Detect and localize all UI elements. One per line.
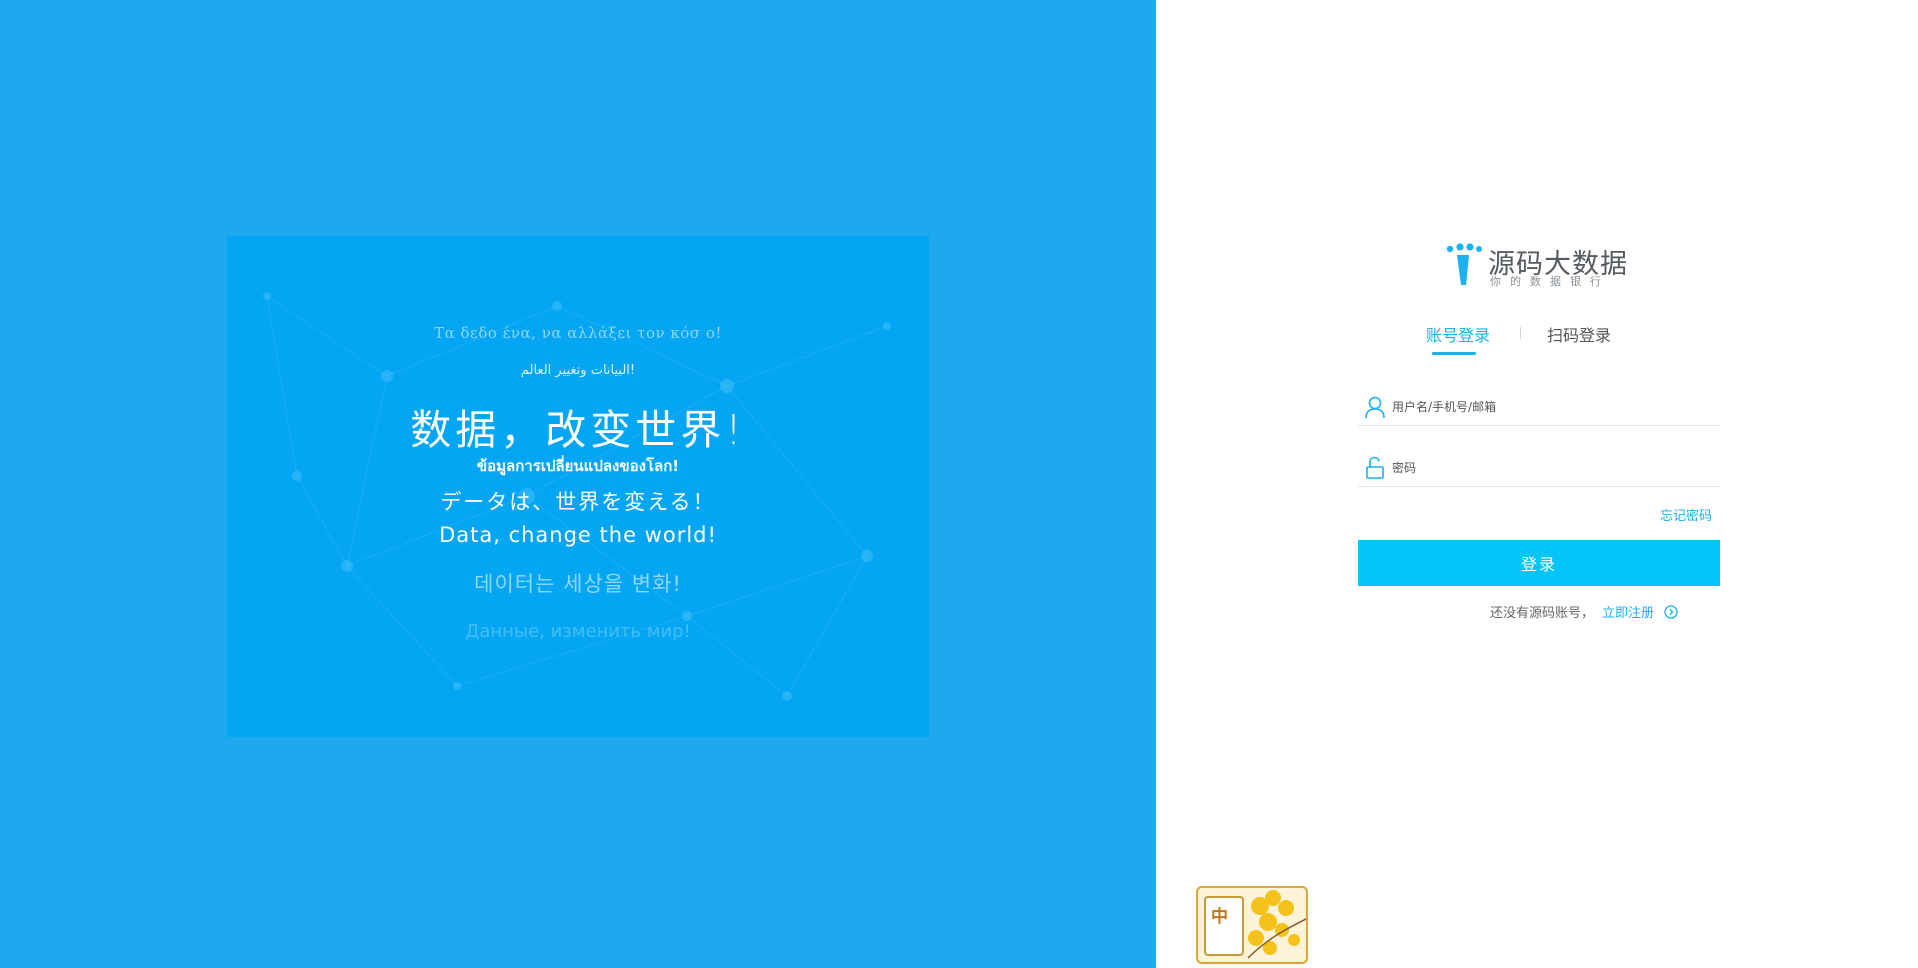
register-prompt: 还没有源码账号， 立即注册 [1490, 602, 1678, 621]
ime-language-char: 中 [1211, 907, 1228, 927]
slogan-greek: Τα δεδο ένα, να αλλάξει τον κόσ ο! [434, 324, 722, 342]
slogan-english: Data, change the world! [439, 523, 717, 547]
user-icon [1365, 396, 1385, 419]
logo-mark-icon [1446, 243, 1482, 285]
slogan-thai: ข้อมูลการเปลี่ยนแปลงของโลก! [476, 457, 680, 475]
slogan-korean: 데이터는 세상을 변화! [474, 572, 682, 596]
logo-subtitle: 你的数据银行 [1490, 275, 1610, 288]
lock-icon [1366, 456, 1384, 479]
tab-account-login-label: 账号登录 [1426, 326, 1491, 345]
brand-logo: 源码大数据 你的数据银行 [1446, 243, 1627, 288]
slogan-russian: Данные, изменить мир! [465, 621, 691, 642]
password-field [1358, 451, 1720, 487]
ime-floating-widget[interactable]: 中 [1196, 886, 1308, 964]
tab-qrcode-login-label: 扫码登录 [1547, 326, 1612, 345]
tab-account-login[interactable]: 账号登录 [1426, 322, 1491, 355]
tab-qrcode-login[interactable]: 扫码登录 [1547, 322, 1611, 346]
active-tab-indicator [1432, 352, 1476, 355]
username-field [1358, 390, 1720, 426]
slogan-japanese: データは、世界を変える！ [440, 490, 716, 514]
ime-card: 中 [1204, 896, 1244, 956]
login-tabs: 账号登录 扫码登录 [1420, 322, 1650, 362]
register-link[interactable]: 立即注册 [1602, 606, 1654, 621]
slogan-chinese: 数据，改变世界! [410, 406, 746, 454]
left-hero-panel: Τα δεδο ένα, να αλλάξει τον κόσ ο! البيا… [0, 0, 1156, 968]
chevron-right-circle-icon[interactable] [1664, 605, 1678, 619]
forgot-password-link[interactable]: 忘记密码 [1660, 505, 1712, 524]
hero-slogan-box: Τα δεδο ένα, να αλλάξει τον κόσ ο! البيا… [227, 236, 929, 737]
tab-divider [1520, 327, 1521, 339]
slogan-arabic: البيانات وتغيير العالم! [520, 363, 636, 378]
no-account-hint: 还没有源码账号， [1490, 606, 1595, 621]
login-button[interactable]: 登录 [1358, 540, 1720, 586]
password-input[interactable] [1392, 457, 1712, 479]
username-input[interactable] [1392, 396, 1712, 418]
